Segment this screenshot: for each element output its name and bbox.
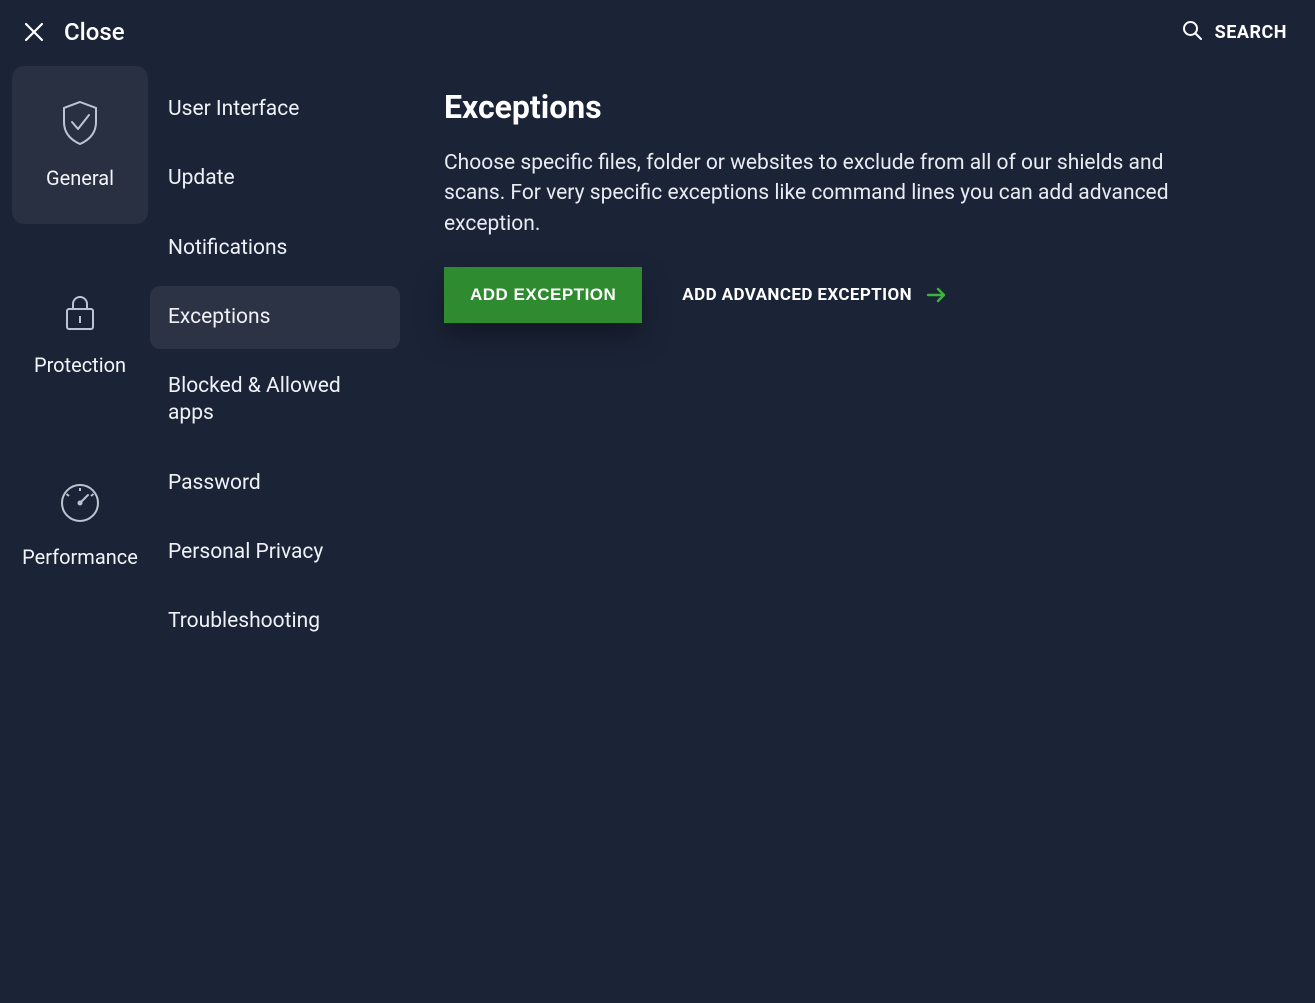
action-row: ADD EXCEPTION ADD ADVANCED EXCEPTION — [444, 267, 1275, 323]
gauge-icon — [58, 481, 102, 529]
category-label: General — [46, 166, 114, 190]
subnav-item-exceptions[interactable]: Exceptions — [150, 286, 400, 349]
subnav-label: Blocked & Allowed apps — [168, 374, 341, 425]
subnav-item-user-interface[interactable]: User Interface — [150, 78, 400, 141]
content-panel: Exceptions Choose specific files, folder… — [400, 56, 1315, 999]
subnav-label: Troubleshooting — [168, 609, 320, 633]
close-label: Close — [64, 18, 125, 46]
category-sidebar: General Protection — [0, 56, 150, 999]
subnav-label: Exceptions — [168, 305, 270, 329]
search-label: SEARCH — [1215, 22, 1287, 43]
subnav-label: User Interface — [168, 97, 299, 121]
subnav-label: Update — [168, 166, 235, 190]
subnav: User Interface Update Notifications Exce… — [150, 56, 400, 999]
category-label: Protection — [34, 353, 126, 377]
add-advanced-exception-button[interactable]: ADD ADVANCED EXCEPTION — [682, 285, 948, 305]
page-title: Exceptions — [444, 88, 1275, 126]
button-label: ADD EXCEPTION — [470, 285, 616, 304]
subnav-item-blocked-allowed[interactable]: Blocked & Allowed apps — [150, 355, 400, 446]
category-performance[interactable]: Performance — [12, 446, 148, 604]
subnav-item-password[interactable]: Password — [150, 452, 400, 515]
subnav-label: Notifications — [168, 236, 287, 260]
close-icon — [24, 22, 44, 42]
subnav-item-personal-privacy[interactable]: Personal Privacy — [150, 521, 400, 584]
search-icon — [1181, 19, 1203, 45]
close-button[interactable]: Close — [24, 18, 125, 46]
top-bar: Close SEARCH — [0, 0, 1315, 56]
subnav-label: Password — [168, 471, 261, 495]
main-layout: General Protection — [0, 56, 1315, 999]
arrow-right-icon — [926, 287, 948, 303]
add-exception-button[interactable]: ADD EXCEPTION — [444, 267, 642, 323]
shield-icon — [60, 100, 100, 150]
subnav-item-notifications[interactable]: Notifications — [150, 217, 400, 280]
subnav-item-troubleshooting[interactable]: Troubleshooting — [150, 590, 400, 653]
search-button[interactable]: SEARCH — [1181, 19, 1287, 45]
page-description: Choose specific files, folder or website… — [444, 148, 1224, 239]
category-protection[interactable]: Protection — [12, 256, 148, 414]
lock-icon — [62, 293, 98, 337]
category-general[interactable]: General — [12, 66, 148, 224]
button-label: ADD ADVANCED EXCEPTION — [682, 285, 912, 305]
subnav-item-update[interactable]: Update — [150, 147, 400, 210]
category-label: Performance — [22, 545, 138, 569]
subnav-label: Personal Privacy — [168, 540, 323, 564]
